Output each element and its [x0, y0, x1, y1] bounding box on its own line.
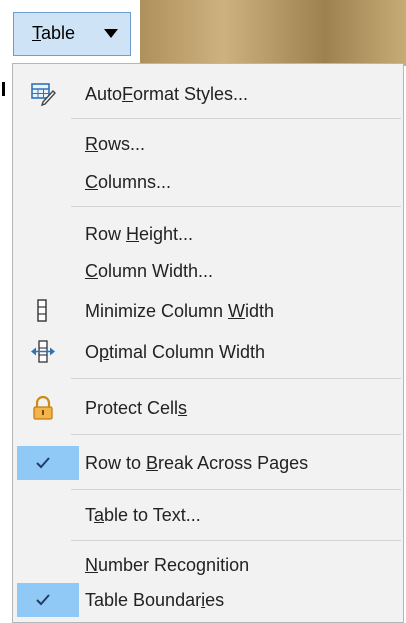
text-cursor-mark: [2, 82, 5, 96]
lock-icon: [33, 395, 53, 420]
menu-item-label: Rows...: [85, 134, 146, 154]
menu-item-label: Columns...: [85, 172, 172, 192]
menu-item-row-to-break-across-pages[interactable]: Row to Break Across Pages: [13, 445, 403, 481]
menu-item-number-recognition[interactable]: Number Recognition: [13, 547, 403, 583]
table-menu-button[interactable]: Table: [13, 12, 131, 56]
menu-item-label: Column Width...: [85, 261, 214, 281]
menu-item-table-boundaries[interactable]: Table Boundaries: [13, 582, 403, 618]
menu-item-protect-cells[interactable]: Protect Cells: [13, 390, 403, 426]
menu-item-row-height[interactable]: Row Height...: [13, 216, 403, 252]
minimize-column-width-icon: [37, 299, 47, 322]
menu-separator: [71, 118, 401, 119]
autoformat-icon: [31, 83, 56, 107]
menu-item-label: Table Boundaries: [85, 590, 225, 610]
menu-item-rows[interactable]: Rows...: [13, 126, 403, 162]
menu-item-label: Optimal Column Width: [85, 342, 266, 362]
menu-item-label: Row Height...: [85, 224, 194, 244]
dropdown-arrow-icon: [104, 29, 118, 38]
menu-item-autoformat-styles[interactable]: AutoFormat Styles...: [13, 76, 403, 112]
menu-item-label: Number Recognition: [85, 555, 250, 575]
menu-separator: [71, 206, 401, 207]
table-menu-label: Table: [32, 23, 76, 43]
checkmark-icon: [36, 457, 50, 469]
menu-separator: [71, 489, 401, 490]
menu-item-label: Table to Text...: [85, 505, 201, 525]
menu-item-minimize-column-width[interactable]: Minimize Column Width: [13, 293, 403, 329]
menu-item-label: AutoFormat Styles...: [85, 84, 249, 104]
table-dropdown-menu: AutoFormat Styles... Rows... Columns... …: [12, 63, 404, 623]
menu-separator: [71, 378, 401, 379]
menu-item-label: Row to Break Across Pages: [85, 453, 309, 473]
menu-item-label: Minimize Column Width: [85, 301, 275, 321]
menu-item-column-width[interactable]: Column Width...: [13, 253, 403, 289]
menu-item-columns[interactable]: Columns...: [13, 164, 403, 200]
menu-separator: [71, 434, 401, 435]
menu-item-table-to-text[interactable]: Table to Text...: [13, 497, 403, 533]
menu-separator: [71, 540, 401, 541]
menu-item-label: Protect Cells: [85, 398, 188, 418]
menu-item-optimal-column-width[interactable]: Optimal Column Width: [13, 334, 403, 370]
checkmark-icon: [36, 594, 50, 606]
optimal-column-width-icon: [31, 340, 55, 363]
